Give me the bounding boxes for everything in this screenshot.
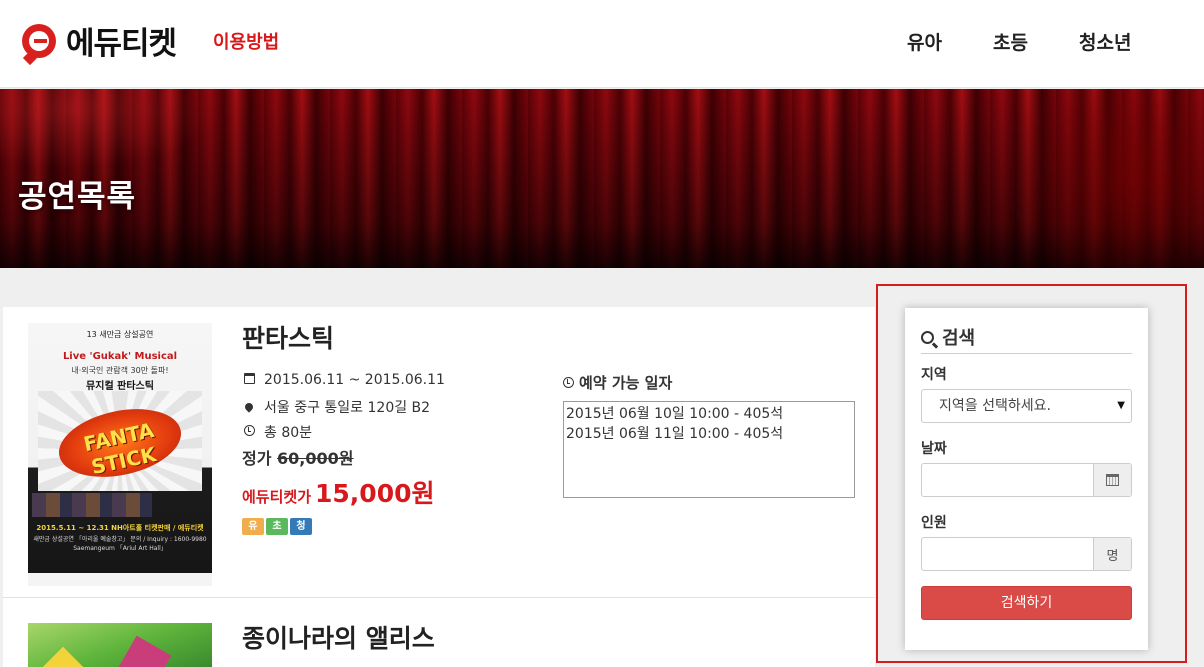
search-title: 검색 — [942, 328, 976, 349]
poster-shape — [41, 646, 85, 667]
region-select-value: 지역을 선택하세요. — [939, 398, 1051, 414]
top-header: 에듀티켓 이용방법 유아 초등 청소년 — [0, 0, 1204, 88]
availability-item[interactable]: 2015년 06월 10일 10:00 - 405석 — [566, 404, 852, 424]
search-submit-button[interactable]: 검색하기 — [921, 586, 1132, 620]
poster-sub-text: Live 'Gukak' Musical — [62, 351, 178, 362]
nav-item-elementary[interactable]: 초등 — [993, 28, 1028, 55]
nav-howto-link[interactable]: 이용방법 — [213, 28, 279, 54]
brand-name: 에듀티켓 — [66, 26, 177, 62]
show-place-row: 서울 중구 통일로 120길 B2 — [242, 397, 430, 417]
nav-item-youth[interactable]: 청소년 — [1079, 28, 1131, 55]
badge-elementary: 초 — [266, 518, 288, 535]
poster-sub2-text: 내·외국인 관람객 30만 돌파! — [71, 366, 169, 375]
poster-info-line: Saemangeum 「Ariul Art Hall」 — [73, 545, 167, 552]
show-duration-row: 총 80분 — [242, 422, 312, 442]
show-list: 13 새만금 상설공연 Live 'Gukak' Musical 내·외국인 관… — [3, 307, 875, 667]
people-label: 인원 — [921, 515, 947, 531]
show-title[interactable]: 판타스틱 — [242, 319, 334, 355]
show-duration: 총 80분 — [264, 425, 313, 441]
calendar-button[interactable] — [1093, 464, 1131, 496]
search-heading: 검색 — [921, 321, 1132, 354]
calendar-icon — [242, 373, 256, 387]
poster-info-line: 새만금 상설공연 「아리울 예술창고」 문의 / Inquiry : 1600-… — [33, 536, 207, 543]
poster-photos — [32, 493, 152, 517]
people-field-group: 명 — [921, 537, 1132, 571]
edu-price-label: 에듀티켓가 — [242, 488, 312, 506]
poster-date-text: 2015.5.11 ~ 12.31 NH아트홀 티켓판매 / 에듀티켓 — [36, 524, 204, 532]
show-date-range: 2015.06.11 ~ 2015.06.11 — [264, 372, 445, 388]
poster-top-text: 13 새만금 상설공연 — [86, 330, 154, 339]
edu-price-row: 에듀티켓가 15,000원 — [242, 474, 435, 510]
region-select[interactable]: 지역을 선택하세요. ▼ — [921, 389, 1132, 423]
clock-icon — [242, 425, 256, 439]
page-title: 공연목록 — [18, 179, 137, 215]
people-input[interactable] — [922, 538, 1094, 570]
regular-price-label: 정가 — [242, 449, 272, 468]
list-divider — [3, 597, 875, 598]
date-label: 날짜 — [921, 441, 947, 457]
availability-list[interactable]: 2015년 06월 10일 10:00 - 405석 2015년 06월 11일… — [563, 401, 855, 498]
show-poster-image[interactable]: 13 새만금 상설공연 Live 'Gukak' Musical 내·외국인 관… — [28, 323, 212, 586]
people-unit-addon: 명 — [1093, 538, 1131, 570]
logo-link[interactable]: 에듀티켓 — [22, 18, 177, 65]
poster-shape — [116, 635, 172, 667]
map-pin-icon — [242, 400, 256, 414]
poster-name-text: 뮤지컬 판타스틱 — [86, 381, 154, 392]
availability-item[interactable]: 2015년 06월 11일 10:00 - 405석 — [566, 424, 852, 444]
search-panel: 검색 지역 지역을 선택하세요. ▼ 날짜 인원 명 검색하기 — [905, 308, 1148, 650]
show-title[interactable]: 종이나라의 앨리스 — [242, 619, 435, 655]
chevron-down-icon: ▼ — [1117, 400, 1125, 411]
region-label: 지역 — [921, 367, 947, 383]
age-badges: 유 초 청 — [242, 518, 312, 535]
show-date-row: 2015.06.11 ~ 2015.06.11 — [242, 372, 445, 388]
show-poster-image[interactable] — [28, 623, 212, 667]
show-place: 서울 중구 통일로 120길 B2 — [264, 400, 431, 416]
clock-icon — [563, 377, 574, 388]
poster-info-text: 새만금 상설공연 「아리울 예술창고」 문의 / Inquiry : 1600-… — [28, 535, 212, 553]
date-field-group — [921, 463, 1132, 497]
regular-price: 60,000원 — [277, 449, 354, 468]
search-icon — [921, 330, 934, 344]
calendar-icon — [1106, 474, 1119, 486]
edu-logo-icon — [22, 23, 56, 65]
edu-price: 15,000원 — [315, 479, 435, 508]
date-input[interactable] — [922, 464, 1094, 496]
poster-sponsor-strip — [28, 573, 212, 586]
nav-item-preschool[interactable]: 유아 — [907, 28, 942, 55]
badge-youth: 청 — [290, 518, 312, 535]
badge-preschool: 유 — [242, 518, 264, 535]
curtain-banner: 공연목록 — [0, 89, 1204, 268]
availability-heading: 예약 가능 일자 — [563, 372, 672, 393]
availability-title-text: 예약 가능 일자 — [579, 374, 673, 392]
regular-price-row: 정가 60,000원 — [242, 445, 354, 469]
